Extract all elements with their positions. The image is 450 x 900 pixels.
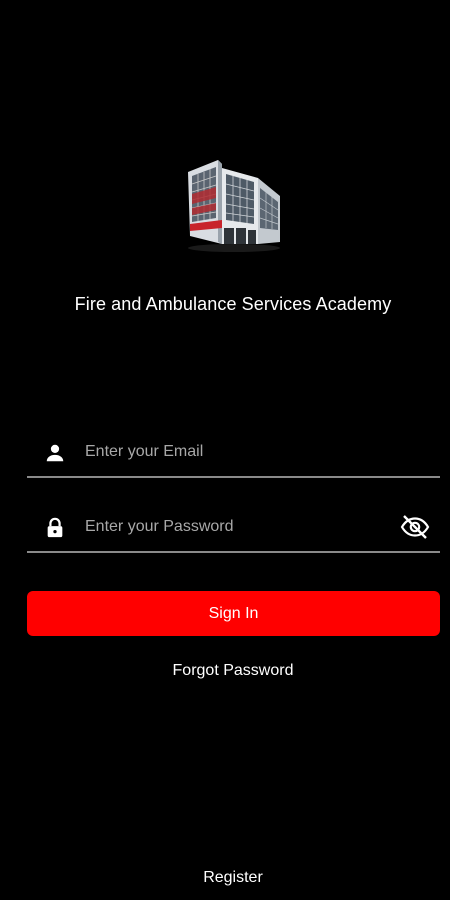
password-field[interactable]: [27, 503, 440, 553]
email-input[interactable]: [85, 438, 385, 466]
person-icon: [46, 444, 64, 462]
app-title: Fire and Ambulance Services Academy: [74, 294, 392, 314]
email-field[interactable]: [27, 428, 440, 478]
forgot-password-link[interactable]: Forgot Password: [0, 662, 450, 680]
lock-icon: [47, 517, 63, 538]
login-screen: Fire and Ambulance Services Academy Sign…: [0, 0, 450, 900]
password-input[interactable]: [85, 513, 385, 541]
fire-station-building-icon: [188, 160, 280, 252]
sign-in-button[interactable]: Sign In: [27, 591, 440, 636]
eye-off-icon[interactable]: [400, 514, 430, 540]
register-link[interactable]: Register: [0, 869, 450, 887]
